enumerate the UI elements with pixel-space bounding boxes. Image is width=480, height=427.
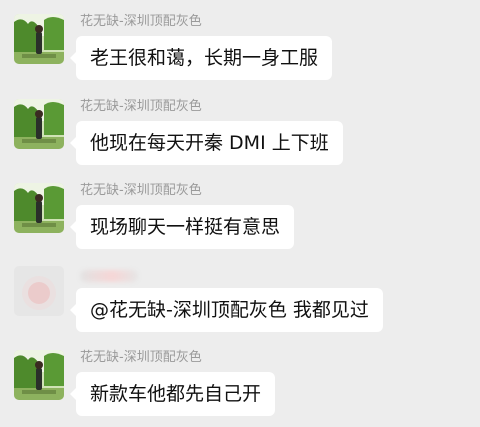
avatar-image	[14, 183, 64, 233]
user-avatar[interactable]	[14, 14, 64, 64]
sender-name-redacted	[80, 270, 138, 282]
user-avatar[interactable]	[14, 183, 64, 233]
sender-name: 花无缺-深圳顶配灰色	[80, 14, 202, 29]
sender-name: 花无缺-深圳顶配灰色	[80, 99, 202, 114]
message-bubble[interactable]: 他现在每天开秦 DMI 上下班	[70, 121, 343, 165]
chat-message-list: 花无缺-深圳顶配灰色 老王很和蔼，长期一身工服 花无缺-深圳顶配灰色 他现在每天…	[0, 0, 480, 427]
sender-name: 花无缺-深圳顶配灰色	[80, 183, 202, 198]
user-avatar[interactable]	[14, 350, 64, 400]
sender-name: 花无缺-深圳顶配灰色	[80, 350, 202, 365]
message-bubble[interactable]: @花无缺-深圳顶配灰色 我都见过	[70, 288, 383, 332]
message-bubble[interactable]: 现场聊天一样挺有意思	[69, 205, 295, 249]
avatar-image	[14, 14, 64, 64]
avatar-image	[14, 350, 64, 400]
message-bubble[interactable]: 老王很和蔼，长期一身工服	[69, 36, 333, 80]
user-avatar[interactable]	[14, 99, 64, 149]
user-avatar[interactable]	[14, 266, 64, 316]
blurred-avatar-image	[14, 266, 64, 316]
message-bubble[interactable]: 新款车他都先自己开	[69, 372, 276, 416]
avatar-image	[14, 99, 64, 149]
